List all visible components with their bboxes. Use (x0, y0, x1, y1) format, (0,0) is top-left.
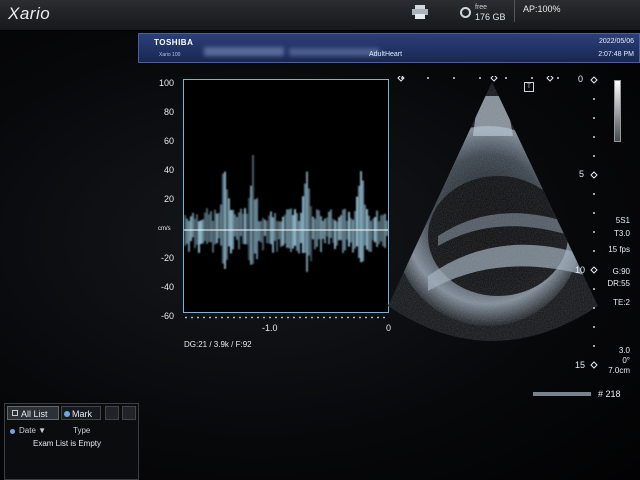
depth-tick: 10 (575, 265, 586, 275)
patient-banner: TOSHIBA Xario 100 AdultHeart 2022/05/06 … (138, 33, 640, 63)
tab-mark[interactable]: Mark (61, 406, 101, 420)
doppler-y-tick: -20 (160, 253, 174, 263)
redacted-patient-id (289, 48, 379, 56)
frame-rate: 15 fps (608, 245, 630, 254)
acoustic-power: AP:100% (523, 4, 561, 14)
doppler-y-tick: -60 (160, 311, 174, 321)
list-icon (12, 410, 18, 416)
exam-type: AdultHeart (369, 51, 403, 58)
redacted-patient-name (204, 47, 284, 56)
exam-time: 2:07:48 PM (598, 51, 634, 58)
column-type[interactable]: Type (73, 426, 90, 435)
grayscale-bar (614, 80, 621, 142)
disk-icon (460, 7, 471, 18)
disk-free-label: free (475, 4, 488, 11)
doppler-y-tick: 20 (163, 194, 174, 204)
dynamic-range: DR:55 (607, 279, 630, 288)
app-logo: Xario (8, 4, 51, 23)
doppler-settings: DG:21 / 3.9k / F:92 (184, 340, 252, 349)
exam-date: 2022/05/06 (598, 38, 634, 45)
disk-free-value: 176 GB (475, 12, 506, 22)
image-depth: 7.0cm (608, 366, 630, 375)
ultrasound-screen: Xario free 176 GB AP:100% TOSHIBA Xario … (0, 0, 640, 480)
doppler-y-tick: -40 (160, 282, 174, 292)
sector-angle: 0° (622, 356, 630, 365)
doppler-spectrum[interactable] (183, 79, 389, 313)
thi-setting: T3.0 (613, 229, 630, 238)
depth-markers (590, 76, 598, 369)
manufacturer-label: TOSHIBA (154, 38, 194, 47)
list-prev-button[interactable] (105, 406, 119, 420)
exam-list-panel: All List Mark Date ▼ Type Exam List is E… (4, 403, 139, 480)
depth-tick: 0 (578, 74, 584, 84)
frame-number: # 218 (598, 389, 621, 399)
focus-depth: 3.0 (618, 346, 630, 355)
doppler-waveform (184, 155, 388, 272)
column-date[interactable]: Date ▼ (19, 426, 46, 435)
tab-mark-label: Mark (72, 409, 92, 419)
depth-tick: 15 (575, 360, 586, 370)
empty-list-message: Exam List is Empty (33, 439, 102, 448)
doppler-x-tick: -1.0 (262, 323, 278, 333)
doppler-unit: cm/s (158, 226, 171, 232)
doppler-y-tick: 100 (158, 78, 174, 88)
transducer-marker-icon: T (524, 82, 534, 92)
echo-sector (388, 76, 598, 341)
tab-all-list[interactable]: All List (7, 406, 59, 420)
sort-indicator-icon (10, 429, 15, 434)
doppler-time-dots (183, 316, 389, 319)
top-status-bar: Xario free 176 GB AP:100% (0, 0, 640, 31)
list-next-button[interactable] (122, 406, 136, 420)
doppler-y-tick: 80 (163, 107, 174, 117)
acoustic-power-box: AP:100% (514, 0, 640, 22)
probe-name: 5S1 (615, 216, 630, 225)
doppler-y-tick: 60 (163, 136, 174, 146)
gain-setting: G:90 (612, 267, 630, 276)
te-setting: TE:2 (613, 298, 630, 307)
mark-icon (64, 411, 70, 417)
tab-all-list-label: All List (21, 409, 48, 419)
cine-progress-bar[interactable] (533, 392, 591, 396)
bmode-sector-image[interactable] (388, 76, 612, 376)
depth-tick: 5 (579, 169, 585, 179)
model-label: Xario 100 (159, 52, 181, 58)
printer-icon[interactable] (412, 5, 428, 19)
doppler-y-tick: 40 (163, 165, 174, 175)
